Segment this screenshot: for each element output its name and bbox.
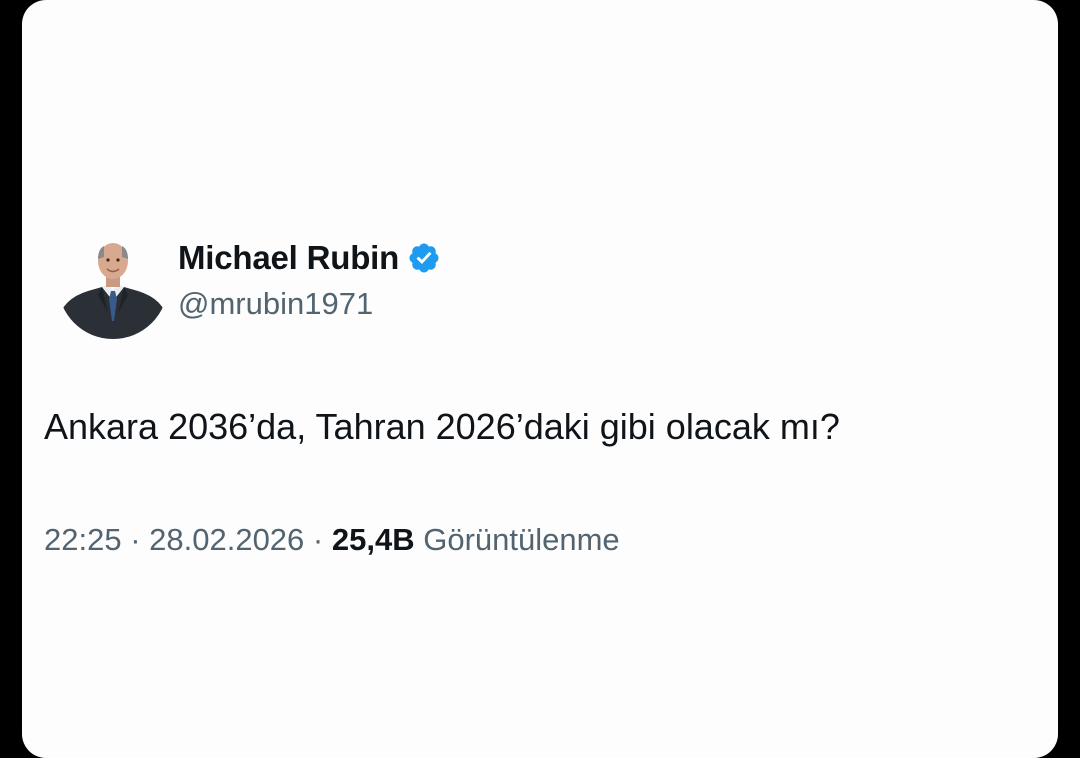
tweet-card: Michael Rubin @mrubin1971 Ankara 2036’da… — [22, 0, 1058, 758]
author-name-row: Michael Rubin — [178, 236, 441, 280]
meta-separator: · — [121, 522, 150, 557]
author-name[interactable]: Michael Rubin — [178, 239, 399, 277]
profile-photo — [58, 229, 168, 339]
author-handle[interactable]: @mrubin1971 — [178, 286, 373, 322]
tweet-text: Ankara 2036’da, Tahran 2026’daki gibi ol… — [44, 406, 840, 447]
tweet-time[interactable]: 22:25 — [44, 522, 122, 557]
verified-badge-icon[interactable] — [407, 241, 441, 275]
meta-separator: · — [304, 522, 332, 557]
views-count[interactable]: 25,4B — [332, 522, 415, 557]
views-label: Görüntülenme — [423, 522, 620, 557]
tweet-meta: 22:25 · 28.02.2026 · 25,4B Görüntülenme — [44, 522, 620, 558]
avatar[interactable] — [58, 229, 168, 339]
tweet-date[interactable]: 28.02.2026 — [149, 522, 304, 557]
